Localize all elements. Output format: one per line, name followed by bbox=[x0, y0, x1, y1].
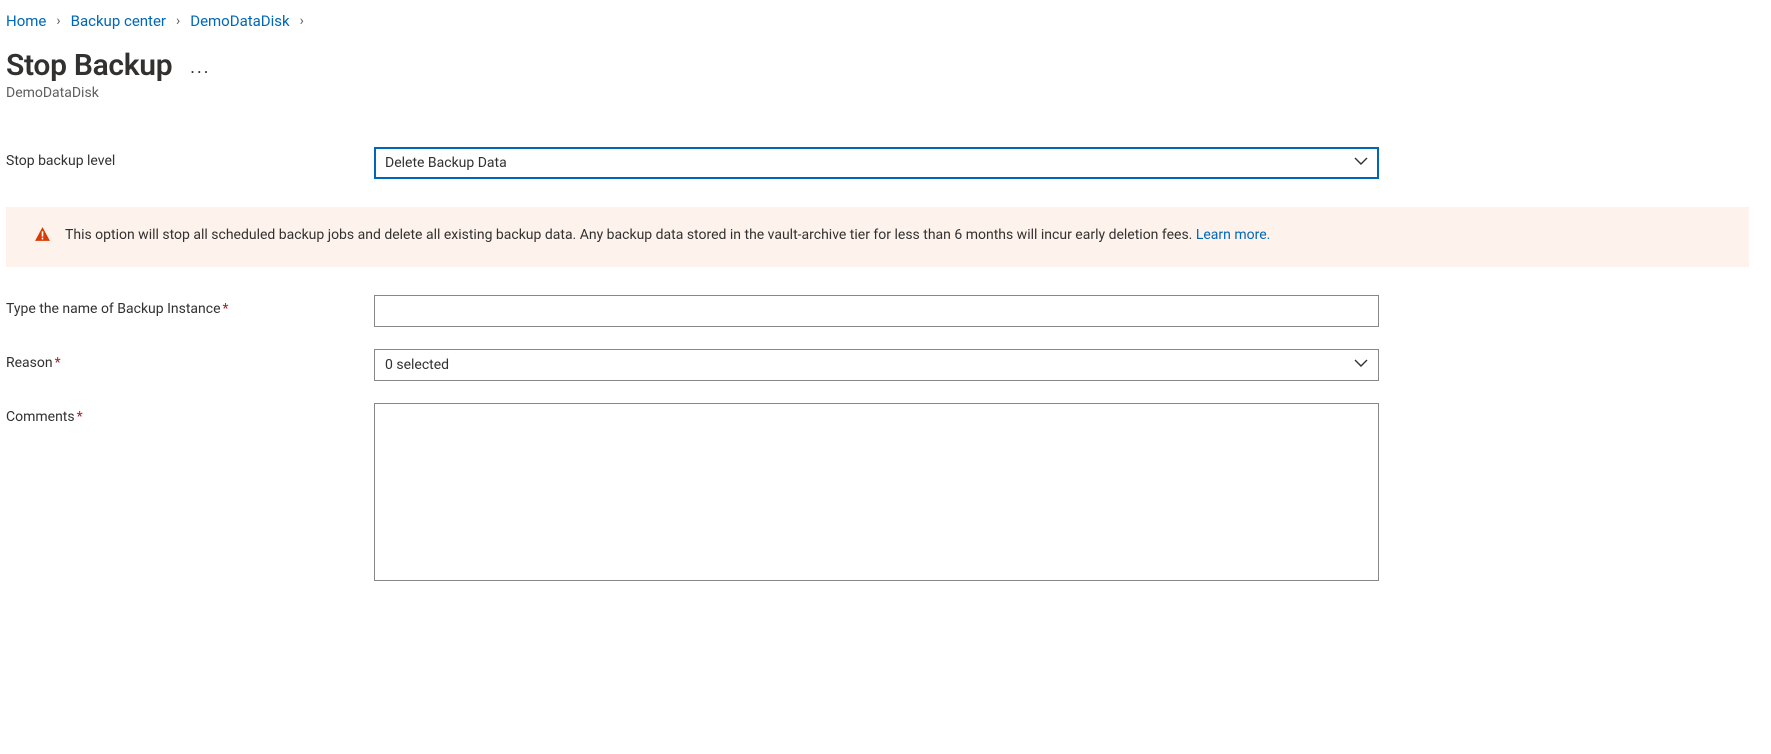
chevron-right-icon: › bbox=[56, 13, 60, 29]
learn-more-link[interactable]: Learn more. bbox=[1196, 227, 1271, 243]
breadcrumb-demodatadisk[interactable]: DemoDataDisk bbox=[190, 12, 289, 30]
page-subtitle: DemoDataDisk bbox=[6, 85, 1749, 101]
warning-icon bbox=[34, 226, 51, 249]
stop-backup-level-value: Delete Backup Data bbox=[385, 155, 507, 171]
reason-label: Reason* bbox=[6, 349, 374, 371]
breadcrumb-backup-center[interactable]: Backup center bbox=[71, 12, 166, 30]
page-title: Stop Backup bbox=[6, 48, 172, 83]
reason-value: 0 selected bbox=[385, 357, 449, 373]
backup-instance-name-label: Type the name of Backup Instance* bbox=[6, 295, 374, 317]
comments-textarea[interactable] bbox=[374, 403, 1379, 581]
breadcrumb-home[interactable]: Home bbox=[6, 12, 46, 30]
chevron-down-icon bbox=[1354, 356, 1368, 374]
chevron-down-icon bbox=[1354, 154, 1368, 172]
chevron-right-icon: › bbox=[300, 13, 304, 29]
required-marker: * bbox=[77, 409, 83, 425]
warning-text: This option will stop all scheduled back… bbox=[65, 227, 1192, 243]
breadcrumb: Home › Backup center › DemoDataDisk › bbox=[6, 4, 1749, 42]
warning-banner: This option will stop all scheduled back… bbox=[6, 207, 1749, 267]
more-actions-button[interactable]: ... bbox=[190, 57, 210, 78]
stop-backup-level-dropdown[interactable]: Delete Backup Data bbox=[374, 147, 1379, 179]
stop-backup-level-label: Stop backup level bbox=[6, 147, 374, 169]
required-marker: * bbox=[223, 301, 229, 317]
required-marker: * bbox=[55, 355, 61, 371]
chevron-right-icon: › bbox=[176, 13, 180, 29]
comments-label: Comments* bbox=[6, 403, 374, 425]
reason-dropdown[interactable]: 0 selected bbox=[374, 349, 1379, 381]
backup-instance-name-input[interactable] bbox=[374, 295, 1379, 327]
